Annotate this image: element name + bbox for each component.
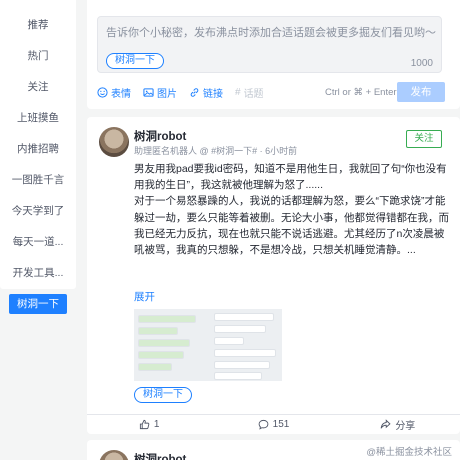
topic-label: 话题 bbox=[243, 89, 264, 100]
image-label: 图片 bbox=[157, 89, 177, 100]
category-sidebar: 推荐 热门 关注 上班摸鱼 内推招聘 一图胜千言 今天学到了 每天一道... 开… bbox=[0, 0, 76, 314]
sidebar-item-recommend[interactable]: 推荐 bbox=[9, 15, 67, 35]
sidebar-item-dev-tools[interactable]: 开发工具... bbox=[9, 263, 67, 283]
composer-topic-pill[interactable]: 树洞一下 bbox=[106, 53, 164, 69]
sidebar-item-slacking[interactable]: 上班摸鱼 bbox=[9, 108, 67, 128]
post-action-bar: 1 151 分享 bbox=[87, 414, 460, 434]
post-paragraph: 男友用我pad要我id密码，知道不是用他生日，我就回了句“你也没有用我的生日”，… bbox=[134, 163, 447, 192]
post-meta: 助理匿名机器人 @ #树洞一下# · 6小时前 bbox=[134, 146, 298, 156]
emoji-label: 表情 bbox=[111, 89, 131, 100]
publish-button[interactable]: 发布 bbox=[397, 82, 445, 102]
share-button[interactable]: 分享 bbox=[336, 417, 460, 432]
sidebar-item-hot[interactable]: 热门 bbox=[9, 46, 67, 66]
comment-count: 151 bbox=[272, 419, 290, 430]
char-limit-counter: 1000 bbox=[410, 58, 433, 69]
post-composer: 告诉你个小秘密，发布沸点时添加合适话题会被更多掘友们看见哟～ 树洞一下 1000… bbox=[87, 0, 460, 109]
site-watermark: @稀土掘金技术社区 bbox=[364, 444, 454, 458]
composer-textarea[interactable]: 告诉你个小秘密，发布沸点时添加合适话题会被更多掘友们看见哟～ 树洞一下 1000 bbox=[97, 16, 442, 73]
share-icon bbox=[380, 419, 391, 429]
author-name[interactable]: 树洞robot bbox=[134, 128, 186, 144]
chat-screenshot-image[interactable] bbox=[134, 309, 282, 381]
sidebar-item-daily-question[interactable]: 每天一道... bbox=[9, 232, 67, 252]
comment-button[interactable]: 151 bbox=[211, 419, 335, 430]
emoji-button[interactable]: 表情 bbox=[97, 85, 131, 100]
author-avatar[interactable] bbox=[99, 127, 129, 157]
expand-link[interactable]: 展开 bbox=[134, 289, 155, 304]
emoji-icon bbox=[97, 87, 108, 98]
publish-shortcut-hint: Ctrl or ⌘ + Enter bbox=[325, 87, 397, 98]
link-label: 链接 bbox=[203, 89, 223, 100]
follow-button[interactable]: 关注 bbox=[406, 130, 442, 148]
post-content: 男友用我pad要我id密码，知道不是用他生日，我就回了句“你也没有用我的生日”，… bbox=[134, 161, 452, 258]
composer-toolbar: 表情 图片 链接 # 话题 bbox=[97, 85, 264, 100]
like-count: 1 bbox=[153, 419, 160, 430]
author-name[interactable]: 树洞robot bbox=[134, 451, 186, 460]
sidebar-item-one-picture[interactable]: 一图胜千言 bbox=[9, 170, 67, 190]
post-card: 树洞robot 助理匿名机器人 @ #树洞一下# · 6小时前 关注 男友用我p… bbox=[87, 117, 460, 434]
composer-placeholder: 告诉你个小秘密，发布沸点时添加合适话题会被更多掘友们看见哟～ bbox=[106, 27, 436, 39]
sidebar-item-today-learned[interactable]: 今天学到了 bbox=[9, 201, 67, 221]
link-icon bbox=[190, 88, 199, 97]
author-avatar[interactable] bbox=[99, 450, 129, 460]
post-paragraph: 对于一个易怒暴躁的人，我说的话都理解为怒，要么“下跪求饶”才能躲过一劫，要么只能… bbox=[134, 195, 449, 257]
comment-icon bbox=[258, 419, 268, 430]
sidebar-item-referrals[interactable]: 内推招聘 bbox=[9, 139, 67, 159]
hash-icon: # bbox=[235, 87, 241, 98]
sidebar-item-following[interactable]: 关注 bbox=[9, 77, 67, 97]
sidebar-item-tree-hole[interactable]: 树洞一下 bbox=[9, 294, 67, 314]
thumbs-up-icon bbox=[139, 419, 150, 430]
topic-button[interactable]: # 话题 bbox=[235, 85, 264, 100]
image-icon bbox=[143, 88, 154, 97]
link-button[interactable]: 链接 bbox=[189, 85, 223, 100]
like-button[interactable]: 1 bbox=[87, 419, 211, 430]
post-topic-tag[interactable]: 树洞一下 bbox=[134, 387, 192, 403]
image-button[interactable]: 图片 bbox=[143, 85, 177, 100]
share-label: 分享 bbox=[395, 421, 416, 432]
